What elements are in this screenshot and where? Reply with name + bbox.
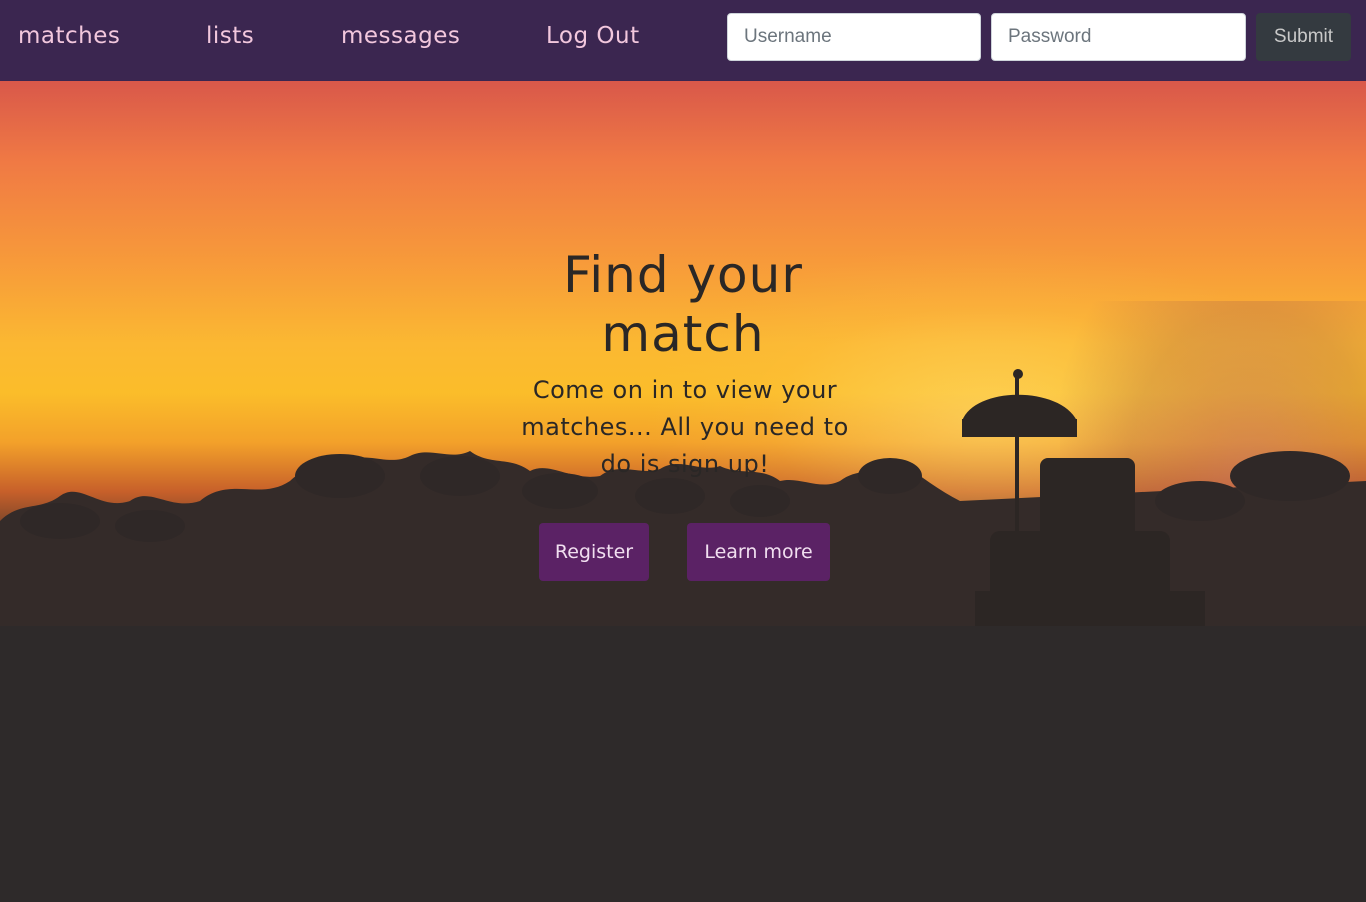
palm-silhouette-image [0, 369, 1366, 902]
nav-link-lists[interactable]: lists [206, 20, 254, 52]
submit-button[interactable]: Submit [1256, 13, 1351, 61]
username-input[interactable] [727, 13, 981, 61]
register-button[interactable]: Register [539, 523, 649, 581]
nav-link-matches[interactable]: matches [18, 20, 120, 52]
hero-section: Find your match Come on in to view your … [0, 81, 1366, 902]
nav-link-log-out[interactable]: Log Out [546, 20, 640, 52]
password-input[interactable] [991, 13, 1246, 61]
hero-subtitle: Come on in to view your matches... All y… [521, 376, 849, 478]
hero-title: Find your match [563, 246, 803, 363]
nav-link-messages[interactable]: messages [341, 20, 460, 52]
top-navbar: matches lists messages Log Out Submit [0, 0, 1366, 81]
learn-more-button[interactable]: Learn more [687, 523, 830, 581]
